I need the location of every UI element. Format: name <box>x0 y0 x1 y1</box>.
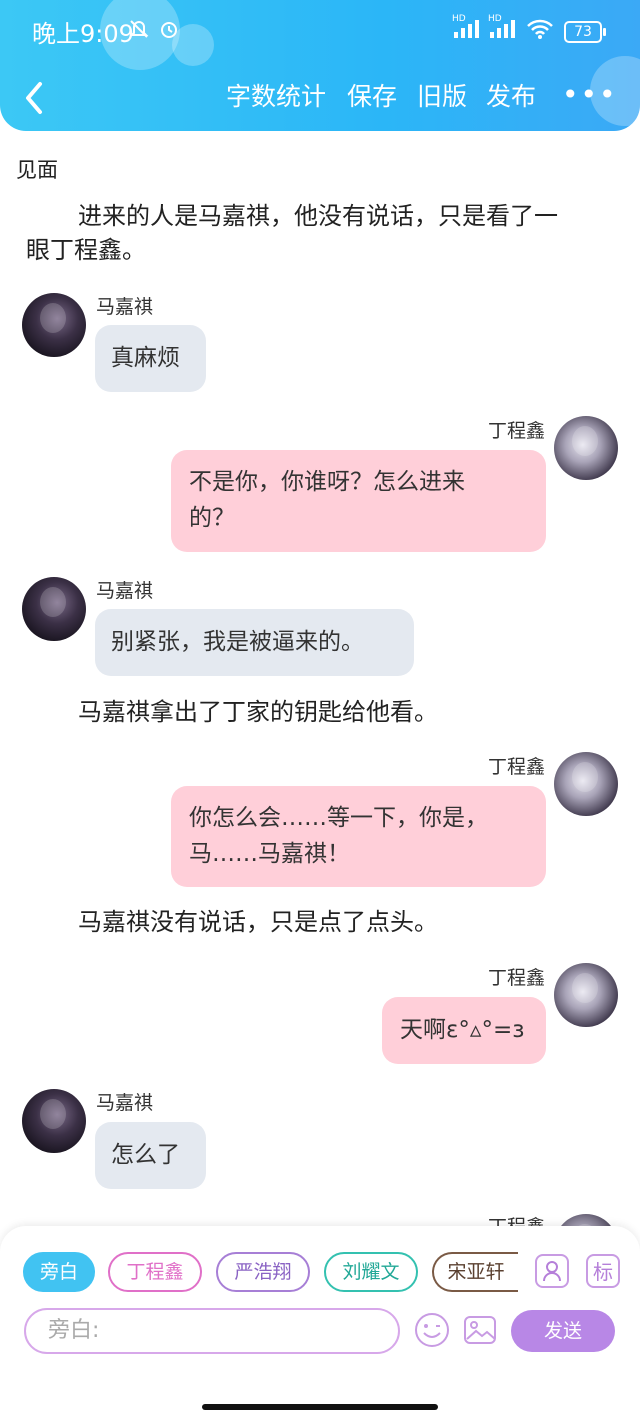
battery-indicator: 73 <box>564 21 606 43</box>
speaker-name: 丁程鑫 <box>487 756 545 778</box>
image-icon[interactable] <box>462 1312 498 1348</box>
message-bubble[interactable]: 不是你，你谁呀？怎么进来 的？ <box>171 450 546 552</box>
send-button[interactable]: 发送 <box>511 1310 615 1352</box>
speaker-name: 马嘉祺 <box>96 580 154 602</box>
wifi-icon <box>526 18 554 45</box>
signal-icon: HD <box>452 14 482 45</box>
avatar[interactable] <box>22 293 86 357</box>
narration[interactable]: 马嘉祺没有说话，只是点了点头。 <box>78 905 438 939</box>
message-bubble[interactable]: 怎么了 <box>95 1122 206 1189</box>
message-bubble[interactable]: 天啊ε°▵°=з <box>382 997 546 1064</box>
avatar[interactable] <box>22 577 86 641</box>
signal-icon-2: HD <box>488 14 518 45</box>
message-line: 的？ <box>189 505 235 531</box>
speaker-name: 马嘉祺 <box>96 296 154 318</box>
alarm-icon <box>158 18 180 45</box>
publish-button[interactable]: 发布 <box>486 80 536 114</box>
role-liu-chip[interactable]: 刘耀文 <box>324 1252 418 1292</box>
narration-line: 眼丁程鑫。 <box>26 236 146 264</box>
home-indicator[interactable] <box>202 1404 438 1410</box>
narration-line: 进来的人是马嘉祺，他没有说话，只是看了一 <box>78 202 558 230</box>
role-ding-chip[interactable]: 丁程鑫 <box>108 1252 202 1292</box>
chapter-title: 见面 <box>16 158 58 182</box>
back-icon[interactable] <box>20 78 56 118</box>
avatar[interactable] <box>554 752 618 816</box>
more-icon[interactable]: ••• <box>562 78 618 111</box>
signal-hd-label: HD <box>452 14 466 24</box>
narration[interactable]: 马嘉祺拿出了丁家的钥匙给他看。 <box>78 695 438 729</box>
message-input[interactable]: 旁白: <box>24 1308 400 1354</box>
status-time: 晚上9:09 <box>32 20 134 48</box>
speaker-name: 马嘉祺 <box>96 1092 154 1114</box>
mute-icon <box>128 18 150 45</box>
role-narrator-chip[interactable]: 旁白 <box>23 1252 95 1292</box>
status-bar: 晚上9:09 HD HD 73 <box>0 0 640 60</box>
old-version-button[interactable]: 旧版 <box>417 80 467 114</box>
avatar[interactable] <box>554 416 618 480</box>
message-bubble[interactable]: 别紧张，我是被逼来的。 <box>95 609 414 676</box>
emoji-icon[interactable] <box>414 1312 450 1348</box>
save-button[interactable]: 保存 <box>347 80 397 114</box>
signal-hd-label-2: HD <box>488 14 502 24</box>
message-bubble[interactable]: 真麻烦 <box>95 325 206 392</box>
narration[interactable]: 进来的人是马嘉祺，他没有说话，只是看了一 眼丁程鑫。 <box>26 199 616 267</box>
role-yan-chip[interactable]: 严浩翔 <box>216 1252 310 1292</box>
speaker-name: 丁程鑫 <box>487 967 545 989</box>
mark-icon[interactable]: 标 <box>586 1254 620 1288</box>
word-count-button[interactable]: 字数统计 <box>226 80 326 114</box>
speaker-name: 丁程鑫 <box>487 420 545 442</box>
role-song-chip[interactable]: 宋亚轩 <box>432 1252 518 1292</box>
app-header: 晚上9:09 HD HD 73 字数统计 保存 旧版 发布 ••• <box>0 0 640 131</box>
message-line: 不是你，你谁呀？怎么进来 <box>189 469 465 495</box>
message-bubble[interactable]: 你怎么会……等一下，你是， 马……马嘉祺！ <box>171 786 546 887</box>
avatar[interactable] <box>554 963 618 1027</box>
message-line: 你怎么会……等一下，你是， <box>189 805 488 831</box>
message-line: 马……马嘉祺！ <box>189 841 350 867</box>
add-character-icon[interactable] <box>535 1254 569 1288</box>
toolbar: 字数统计 保存 旧版 发布 ••• <box>0 70 640 124</box>
avatar[interactable] <box>22 1089 86 1153</box>
